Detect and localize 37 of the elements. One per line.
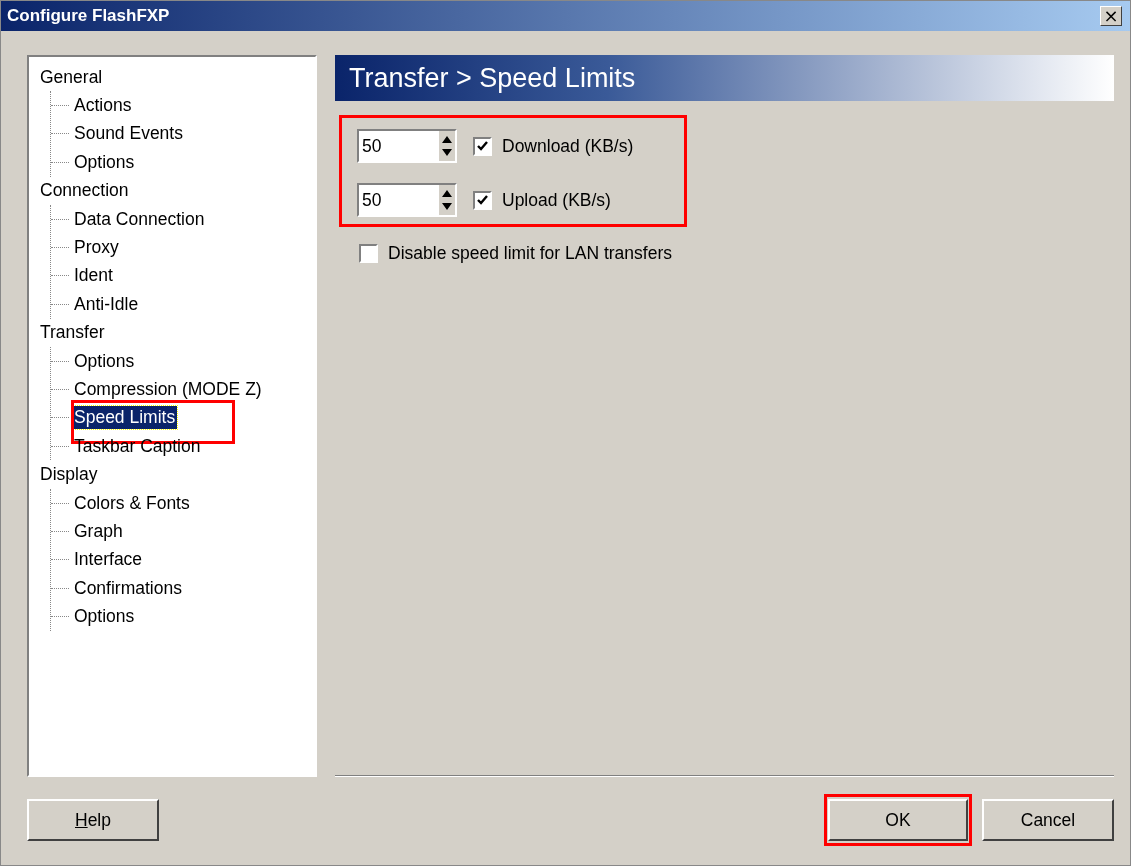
tree-item[interactable]: Ident	[72, 264, 115, 288]
tree-item[interactable]: Compression (MODE Z)	[72, 378, 264, 401]
tree-item[interactable]: Graph	[72, 519, 125, 543]
close-button[interactable]: ×	[1100, 6, 1122, 26]
spin-field[interactable]: 50	[357, 183, 457, 217]
tree-item[interactable]: Display	[38, 463, 100, 487]
checkbox[interactable]	[359, 244, 378, 263]
tree-item[interactable]: Data Connection	[72, 207, 207, 231]
cancel-button[interactable]: Cancel	[982, 799, 1114, 841]
window-title: Configure FlashFXP	[7, 6, 170, 26]
tree-item[interactable]: Connection	[38, 179, 131, 203]
checkbox-label: Download (KB/s)	[502, 135, 634, 157]
help-button[interactable]: Help	[27, 799, 159, 841]
checkbox[interactable]	[473, 136, 492, 156]
tree-item[interactable]: General	[38, 65, 105, 89]
page-title: Transfer > Speed Limits	[349, 62, 636, 94]
check-icon	[476, 193, 489, 207]
tree-item[interactable]: Colors & Fonts	[72, 491, 192, 515]
checkbox-label: Disable speed limit for LAN transfers	[388, 243, 672, 264]
tree-item[interactable]: Confirmations	[72, 576, 184, 600]
tree-item[interactable]: Sound Events	[72, 122, 185, 146]
tree-item[interactable]: Proxy	[72, 236, 121, 260]
tree-item[interactable]: Options	[72, 150, 137, 174]
ok-button[interactable]: OK	[828, 799, 968, 841]
spin-arrows-icon[interactable]	[438, 185, 455, 215]
checkbox[interactable]	[473, 190, 492, 210]
spin-field[interactable]: 50	[357, 129, 457, 163]
spin-arrows-icon[interactable]	[438, 131, 455, 161]
tree-item[interactable]: Speed Limits	[72, 406, 178, 430]
tree-item[interactable]: Options	[72, 605, 137, 629]
tree-item[interactable]: Options	[72, 349, 137, 373]
checkbox-label: Upload (KB/s)	[502, 189, 611, 211]
tree-item[interactable]: Interface	[72, 548, 145, 572]
check-icon	[476, 139, 489, 153]
tree-item[interactable]: Anti-Idle	[72, 292, 141, 316]
tree-item[interactable]: Actions	[72, 94, 134, 118]
tree-item[interactable]: Transfer	[38, 321, 107, 345]
